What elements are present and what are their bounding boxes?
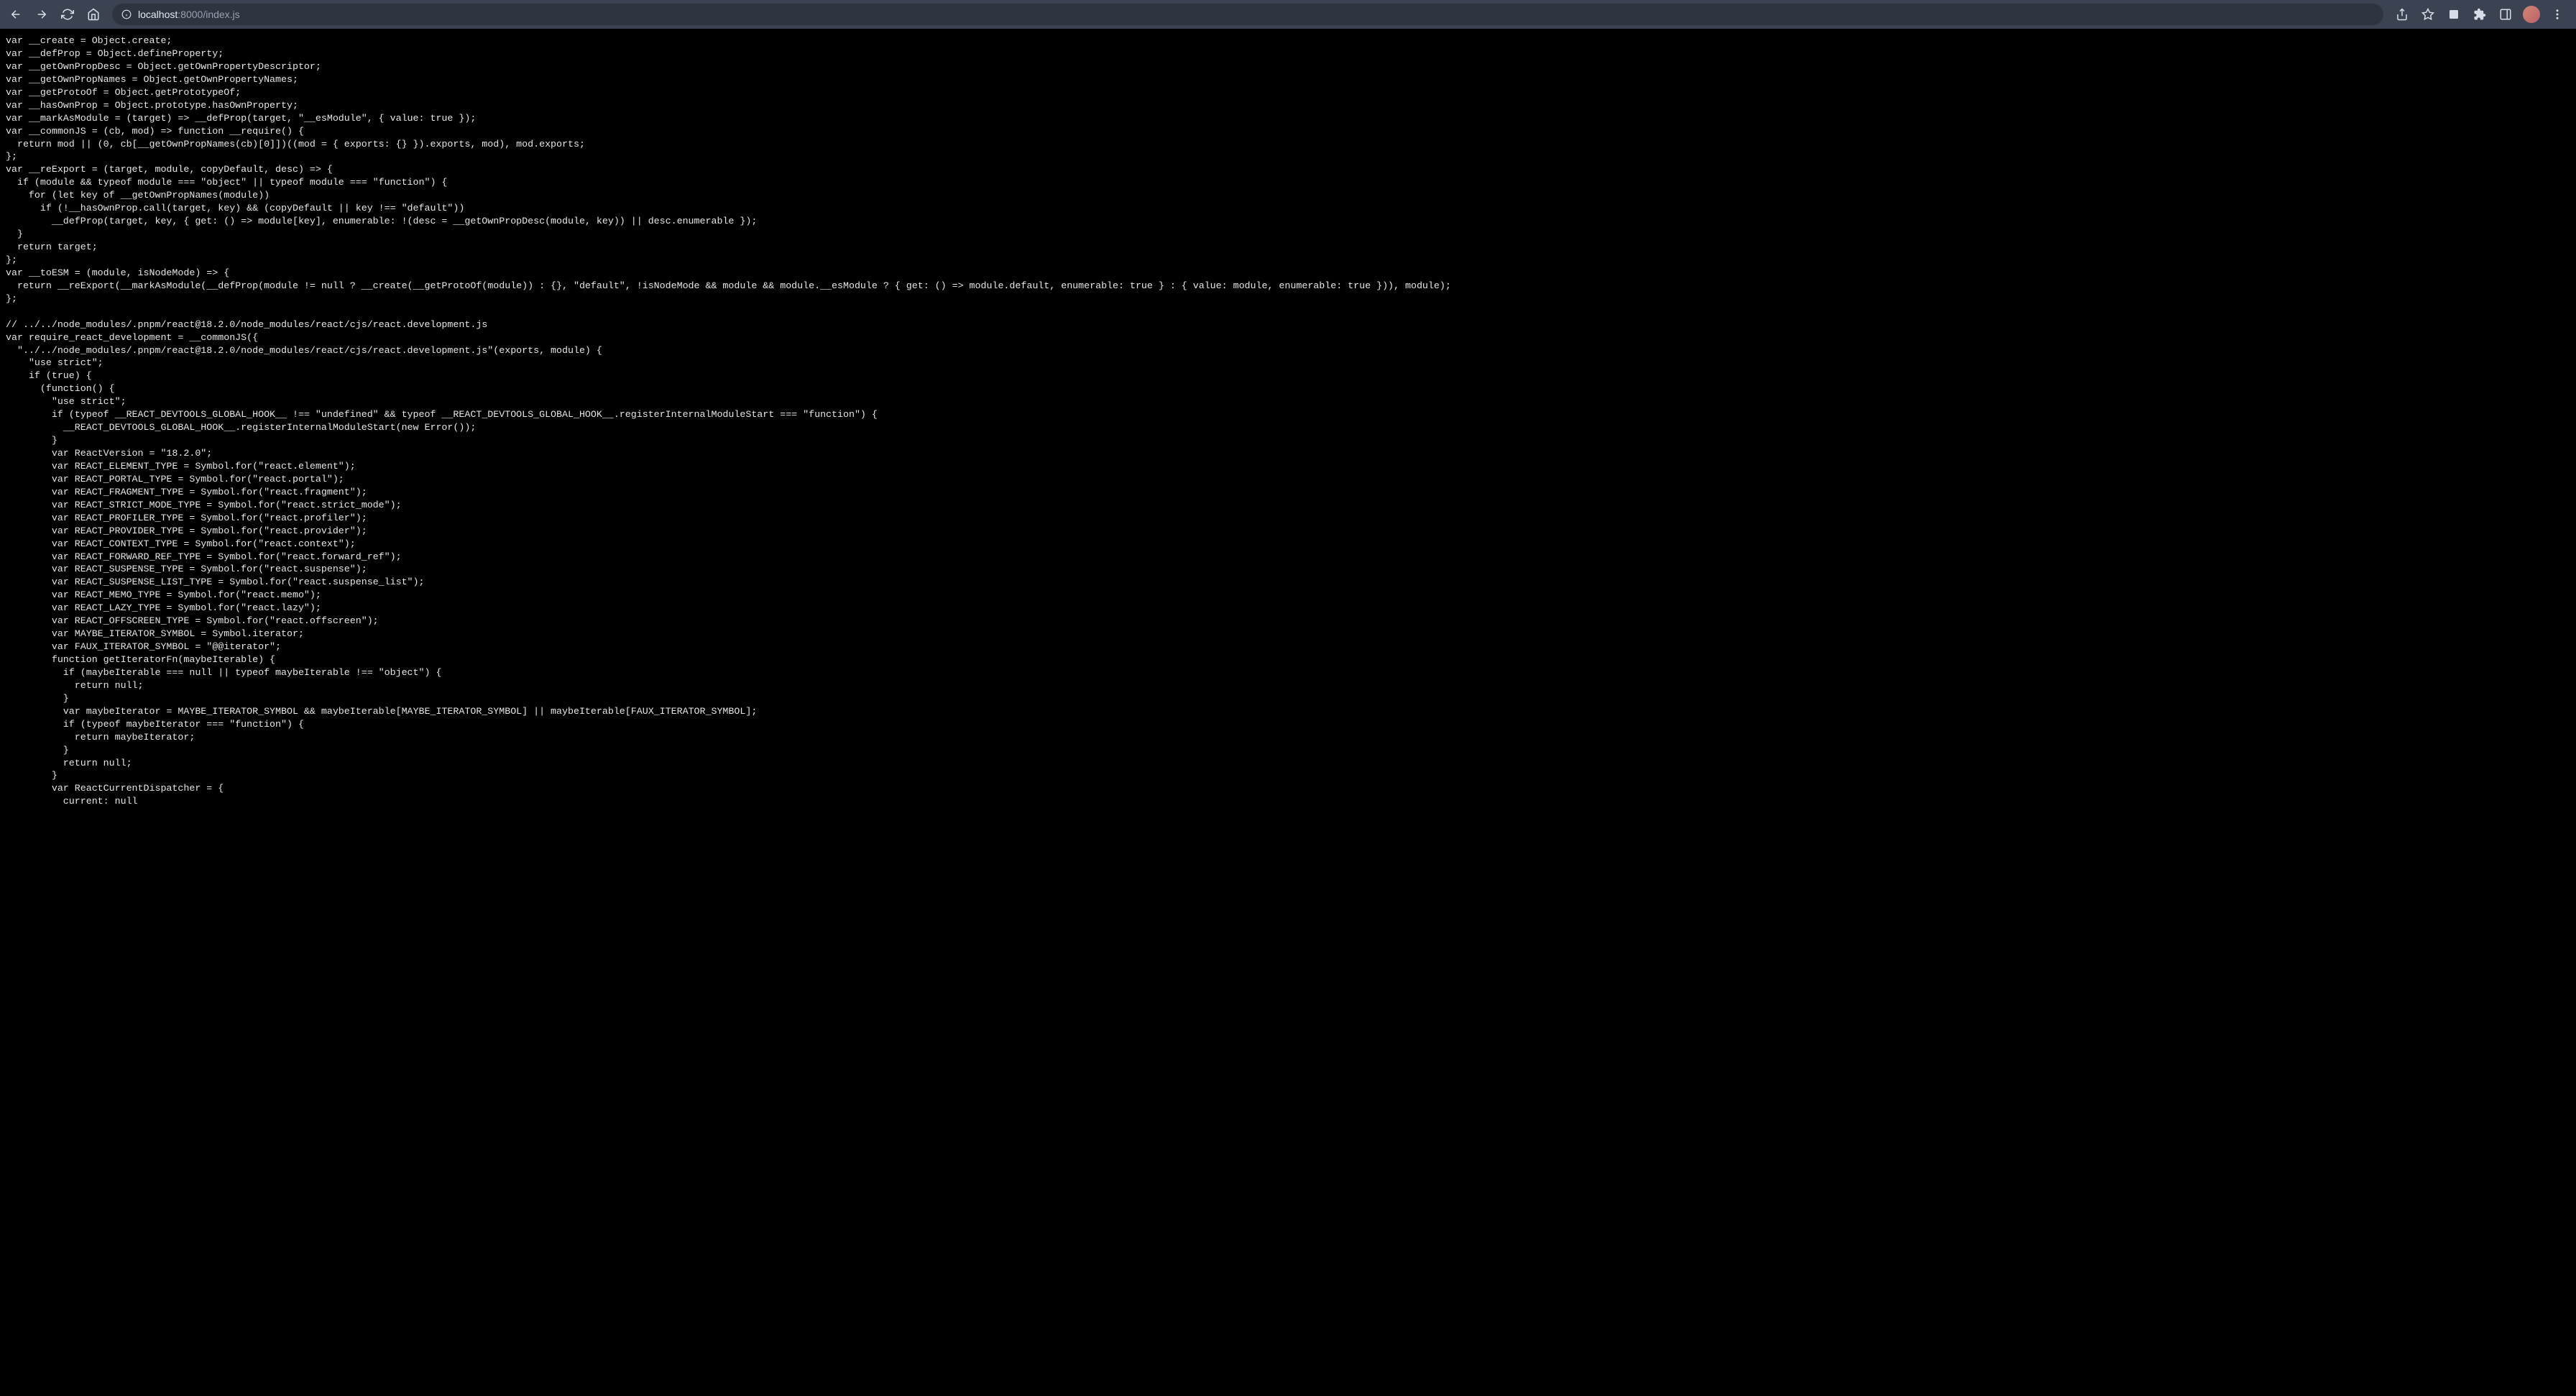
home-button[interactable] <box>83 4 104 24</box>
browser-toolbar: localhost:8000/index.js <box>0 0 2576 29</box>
home-icon <box>87 8 100 21</box>
info-icon <box>121 9 132 19</box>
url-path: /index.js <box>203 9 239 20</box>
toolbar-right <box>2392 4 2570 24</box>
bookmark-button[interactable] <box>2418 4 2438 24</box>
arrow-right-icon <box>35 8 48 21</box>
arrow-left-icon <box>9 8 22 21</box>
site-info-icon[interactable] <box>121 9 132 20</box>
avatar-icon <box>2523 6 2540 23</box>
url-text: localhost:8000/index.js <box>138 9 240 20</box>
reload-icon <box>61 8 74 21</box>
source-code: var __create = Object.create; var __defP… <box>6 35 2570 808</box>
address-bar[interactable]: localhost:8000/index.js <box>112 4 2383 25</box>
page-content[interactable]: var __create = Object.create; var __defP… <box>0 29 2576 1396</box>
url-host: localhost <box>138 9 178 20</box>
devtools-icon <box>2447 8 2460 21</box>
star-icon <box>2421 8 2434 21</box>
dots-vertical-icon <box>2551 8 2564 21</box>
extensions-button[interactable] <box>2470 4 2490 24</box>
puzzle-icon <box>2473 8 2486 21</box>
share-icon <box>2396 8 2409 21</box>
back-button[interactable] <box>6 4 26 24</box>
nav-buttons <box>6 4 104 24</box>
profile-button[interactable] <box>2521 4 2542 24</box>
reload-button[interactable] <box>58 4 78 24</box>
share-button[interactable] <box>2392 4 2412 24</box>
url-port: :8000 <box>178 9 203 20</box>
menu-button[interactable] <box>2547 4 2567 24</box>
forward-button[interactable] <box>32 4 52 24</box>
devtools-button[interactable] <box>2444 4 2464 24</box>
side-panel-icon <box>2499 8 2512 21</box>
side-panel-button[interactable] <box>2496 4 2516 24</box>
